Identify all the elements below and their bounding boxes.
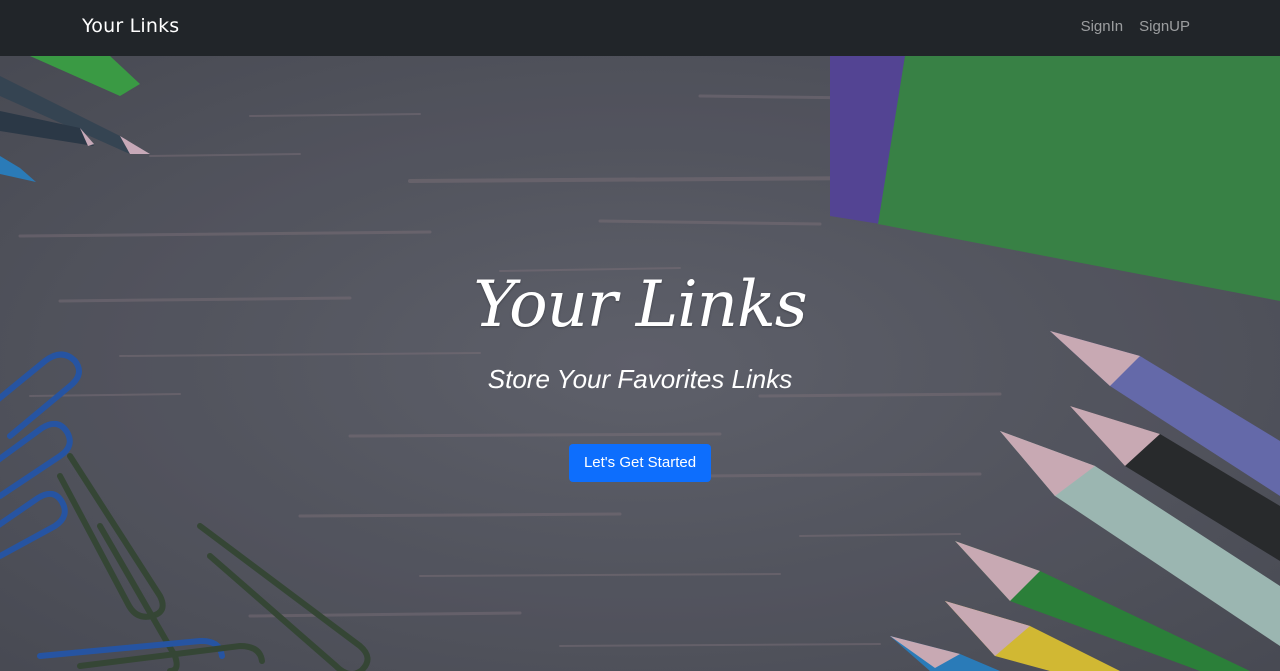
hero-section: Your Links Store Your Favorites Links Le… bbox=[0, 56, 1280, 671]
navbar: Your Links SignIn SignUP bbox=[0, 0, 1280, 56]
signin-link[interactable]: SignIn bbox=[1081, 18, 1124, 35]
signup-link[interactable]: SignUP bbox=[1139, 18, 1190, 35]
brand-link[interactable]: Your Links bbox=[82, 15, 179, 37]
hero-title: Your Links bbox=[473, 268, 807, 342]
hero-content: Your Links Store Your Favorites Links Le… bbox=[0, 56, 1280, 671]
get-started-button[interactable]: Let's Get Started bbox=[569, 444, 711, 482]
nav-links: SignIn SignUP bbox=[1081, 18, 1190, 35]
hero-subtitle: Store Your Favorites Links bbox=[487, 364, 793, 394]
